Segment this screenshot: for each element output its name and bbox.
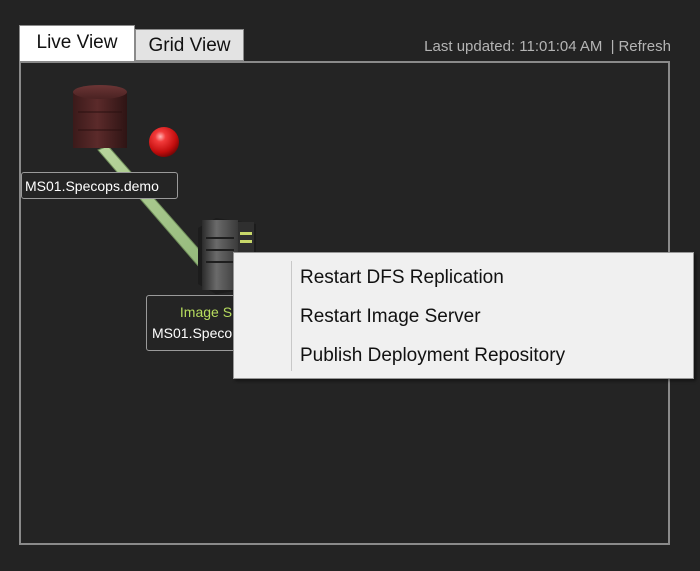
tab-live-view[interactable]: Live View (19, 25, 135, 61)
last-updated-time: 11:01:04 AM (519, 38, 603, 55)
error-status-icon (149, 127, 179, 157)
status-separator: | (610, 38, 615, 55)
node-host-name: MS01.Specops.demo (25, 178, 159, 194)
tab-grid-view[interactable]: Grid View (135, 29, 244, 61)
live-view-window: Live View Grid View Last updated: 11:01:… (0, 0, 700, 571)
database-server-icon[interactable] (73, 85, 127, 148)
menu-item-restart-image-server[interactable]: Restart Image Server (300, 299, 481, 335)
menu-item-restart-dfs-replication[interactable]: Restart DFS Replication (300, 260, 504, 296)
last-updated-label: Last updated: (424, 38, 516, 55)
context-menu: Restart DFS Replication Restart Image Se… (233, 252, 694, 379)
menu-icon-gutter-divider (291, 261, 292, 371)
refresh-link[interactable]: Refresh (618, 38, 671, 55)
menu-item-publish-deployment-repository[interactable]: Publish Deployment Repository (300, 338, 565, 374)
status-bar: Last updated: 11:01:04 AM | Refresh (424, 38, 671, 55)
node-label-ms01: MS01.Specops.demo (21, 172, 178, 199)
